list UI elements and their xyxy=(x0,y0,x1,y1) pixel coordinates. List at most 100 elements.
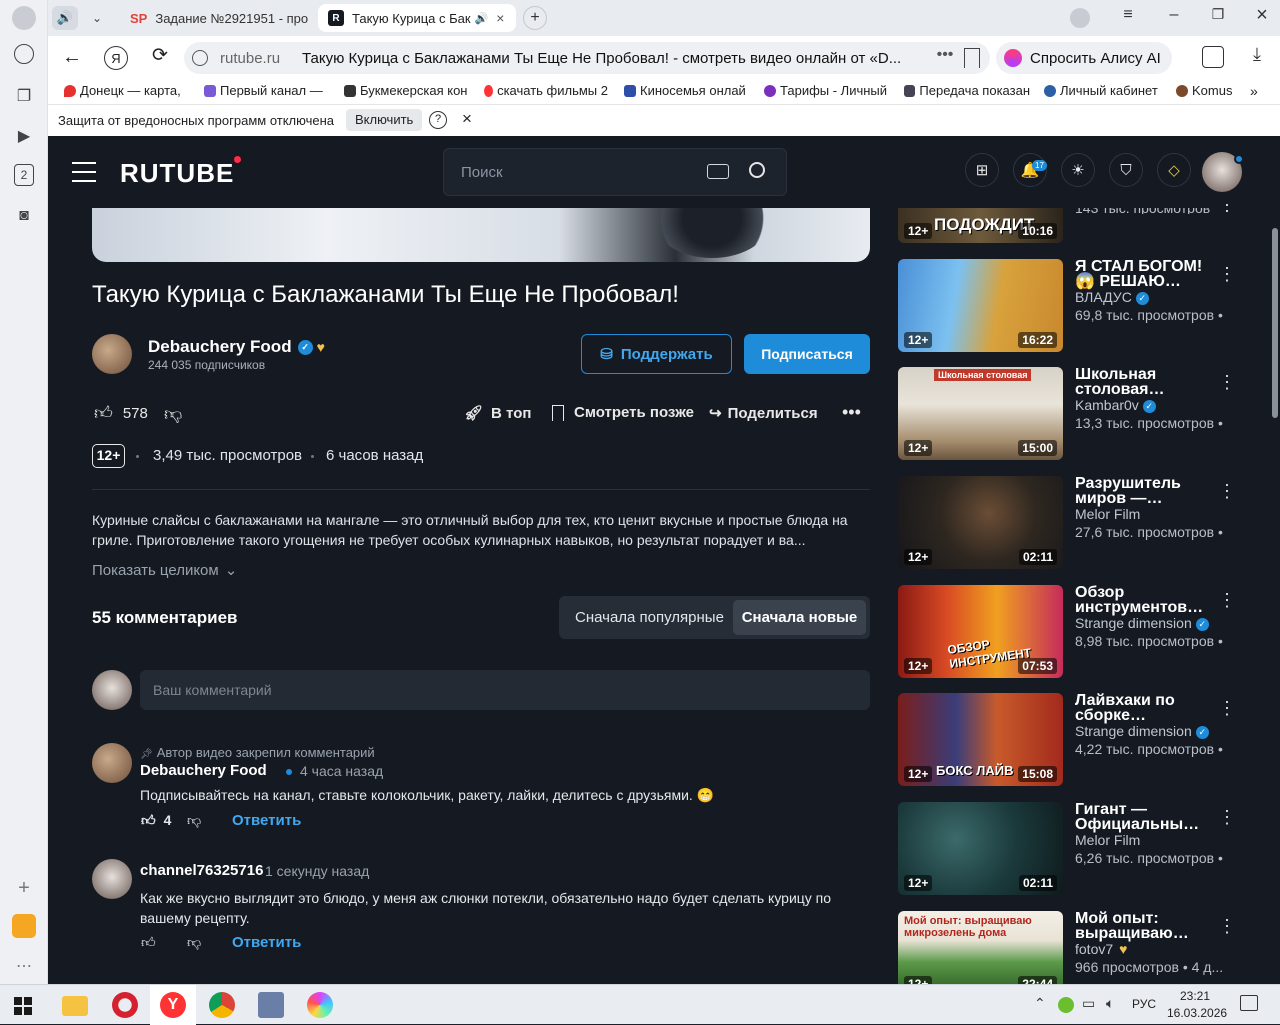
recommended-channel[interactable]: fotov7 ♥ xyxy=(1075,941,1127,957)
like-button[interactable]: 👍︎ 578 xyxy=(94,402,148,424)
recommended-channel[interactable]: Strange dimension ✓ xyxy=(1075,615,1209,631)
recommended-title[interactable]: Мой опыт: выращиваю… xyxy=(1075,911,1215,942)
yandex-home-icon[interactable]: Я xyxy=(104,46,128,70)
close-infobar-icon[interactable]: × xyxy=(462,109,472,129)
restore-icon[interactable]: ❐ xyxy=(1206,6,1230,30)
close-window-icon[interactable]: × xyxy=(1250,4,1274,28)
reply-button[interactable]: Ответить xyxy=(232,934,301,951)
tab-sound-icon[interactable]: 🔊 xyxy=(475,12,489,25)
recommended-more-icon[interactable]: ⋮ xyxy=(1218,481,1236,502)
reply-button[interactable]: Ответить xyxy=(232,812,301,829)
recommended-thumbnail[interactable]: ПОДОЖДИТ 12+ 10:16 xyxy=(898,208,1063,243)
search-icon[interactable] xyxy=(749,162,765,178)
comment-like-button[interactable]: 👍︎ 4 xyxy=(141,812,171,829)
comment-like-button[interactable]: 👍︎ xyxy=(141,934,156,951)
tab-zadanie[interactable]: SP Задание №2921951 - про xyxy=(120,4,310,32)
recommended-thumbnail[interactable]: Школьная столовая 12+ 15:00 xyxy=(898,367,1063,460)
recommended-channel[interactable]: Kambar0v ✓ xyxy=(1075,397,1156,413)
bookmark-item[interactable]: Тарифы - Личный xyxy=(764,83,888,98)
comment-author[interactable]: Debauchery Food xyxy=(140,762,267,779)
watch-later-button[interactable]: Смотреть позже xyxy=(552,404,694,421)
bookmarks-more-icon[interactable]: » xyxy=(1250,83,1258,99)
recommended-more-icon[interactable]: ⋮ xyxy=(1218,264,1236,285)
recommended-channel[interactable]: Strange dimension ✓ xyxy=(1075,723,1209,739)
top-button[interactable]: 🚀︎ В топ xyxy=(464,404,531,423)
profile-icon[interactable] xyxy=(1070,8,1090,28)
premium-diamond-icon[interactable]: ◇ xyxy=(1157,153,1191,187)
address-bar[interactable]: rutube.ru Такую Курица с Баклажанами Ты … xyxy=(184,42,990,74)
sort-new-button[interactable]: Сначала новые xyxy=(733,600,866,635)
desktops-icon[interactable]: 2 xyxy=(14,164,34,186)
bookmark-item[interactable]: скачать фильмы 2 xyxy=(484,83,608,98)
share-button[interactable]: ↪ Поделиться xyxy=(709,404,818,423)
comment-dislike-button[interactable]: 👎︎ xyxy=(187,812,201,829)
tab-close-icon[interactable]: × xyxy=(496,10,504,26)
show-more-button[interactable]: Показать целиком ⌄ xyxy=(92,561,237,579)
recommended-channel[interactable]: Melor Film xyxy=(1075,506,1140,522)
minimize-icon[interactable]: – xyxy=(1162,6,1186,30)
recommended-title[interactable]: Разрушитель миров —… xyxy=(1075,476,1215,507)
shield-icon[interactable]: ⛉ xyxy=(1109,153,1143,187)
support-button[interactable]: ⛁ Поддержать xyxy=(581,334,732,374)
bookmark-item[interactable]: Komus xyxy=(1176,83,1236,98)
media-icon[interactable]: ▶ xyxy=(12,124,36,148)
start-icon[interactable] xyxy=(14,997,32,1015)
mail-icon[interactable] xyxy=(12,914,36,938)
alice-button[interactable]: Спросить Алису AI xyxy=(996,42,1172,74)
channel-name[interactable]: Debauchery Food ✓ ♥ xyxy=(148,337,325,357)
bookmark-icon[interactable] xyxy=(964,48,980,68)
menu-icon[interactable]: ≡ xyxy=(1116,6,1140,30)
clock-time[interactable]: 23:21 xyxy=(1180,989,1210,1003)
page-scrollbar[interactable] xyxy=(1272,228,1278,418)
notifications-icon[interactable]: 🔔 17 xyxy=(1013,153,1047,187)
bookmark-item[interactable]: Букмекерская кон xyxy=(344,83,468,98)
recommended-thumbnail[interactable]: БОКС ЛАЙВ 12+ 15:08 xyxy=(898,693,1063,786)
language-indicator[interactable]: РУС xyxy=(1132,997,1156,1011)
recommended-thumbnail[interactable]: 12+ 16:22 xyxy=(898,259,1063,352)
recommended-thumbnail[interactable]: ОБЗОР ИНСТРУМЕНТ 12+ 07:53 xyxy=(898,585,1063,678)
recommended-title[interactable]: Лайвхаки по сборке… xyxy=(1075,693,1215,724)
recommended-more-icon[interactable]: ⋮ xyxy=(1218,807,1236,828)
upload-icon[interactable]: ⊞ xyxy=(965,153,999,187)
enable-protection-button[interactable]: Включить xyxy=(346,109,423,131)
comment-dislike-button[interactable]: 👎︎ xyxy=(187,934,201,951)
tray-app-icon[interactable] xyxy=(1058,997,1074,1013)
user-avatar[interactable] xyxy=(1202,152,1244,192)
profile-avatar-icon[interactable] xyxy=(12,6,36,30)
tab-audio-icon[interactable]: 🔊 xyxy=(52,6,78,30)
recommended-title[interactable]: Я СТАЛ БОГОМ! 😱 РЕШАЮ… xyxy=(1075,259,1215,290)
add-panel-icon[interactable]: + xyxy=(12,876,36,900)
tray-expand-icon[interactable]: ⌃ xyxy=(1034,995,1046,1012)
search-input[interactable]: Поиск xyxy=(443,148,787,196)
network-icon[interactable]: ▭ xyxy=(1082,995,1095,1012)
subscribe-button[interactable]: Подписаться xyxy=(744,334,870,374)
yandex-browser-icon[interactable]: Y xyxy=(160,992,186,1018)
video-player[interactable] xyxy=(92,208,870,262)
bookmark-item[interactable]: Первый канал — xyxy=(204,83,324,98)
bookmark-item[interactable]: Личный кабинет xyxy=(1044,83,1164,98)
recommended-channel[interactable]: ВЛАДУС ✓ xyxy=(1075,289,1149,305)
recommended-title[interactable]: Обзор инструментов… xyxy=(1075,585,1215,616)
recommended-title[interactable]: Гигант — Официальны… xyxy=(1075,802,1215,833)
new-tab-icon[interactable]: + xyxy=(523,6,547,30)
tab-list-chevron-icon[interactable]: ⌄ xyxy=(86,6,108,30)
recommended-more-icon[interactable]: ⋮ xyxy=(1218,201,1234,213)
tabs-icon[interactable]: ❐ xyxy=(12,84,36,108)
rail-more-icon[interactable]: ⋯ xyxy=(12,954,36,978)
channel-avatar[interactable] xyxy=(92,334,132,374)
notification-center-icon[interactable] xyxy=(1240,995,1258,1011)
opera-icon[interactable] xyxy=(112,992,138,1018)
recommended-more-icon[interactable]: ⋮ xyxy=(1218,590,1236,611)
downloads-icon[interactable]: ⤓ xyxy=(1246,44,1268,68)
rutube-logo[interactable]: RUTUBE xyxy=(120,156,242,189)
comment-avatar[interactable] xyxy=(92,859,132,899)
keyboard-icon[interactable] xyxy=(707,164,729,179)
bookmark-item[interactable]: Передача показан xyxy=(904,83,1030,98)
video-more-icon[interactable]: ••• xyxy=(842,402,861,423)
hamburger-menu-icon[interactable] xyxy=(72,162,96,182)
recommended-thumbnail[interactable]: 12+ 02:11 xyxy=(898,802,1063,895)
comment-author[interactable]: channel76325716 xyxy=(140,862,263,879)
theme-toggle-icon[interactable]: ☀ xyxy=(1061,153,1095,187)
clock-date[interactable]: 16.03.2026 xyxy=(1167,1006,1227,1020)
history-icon[interactable] xyxy=(14,44,34,64)
